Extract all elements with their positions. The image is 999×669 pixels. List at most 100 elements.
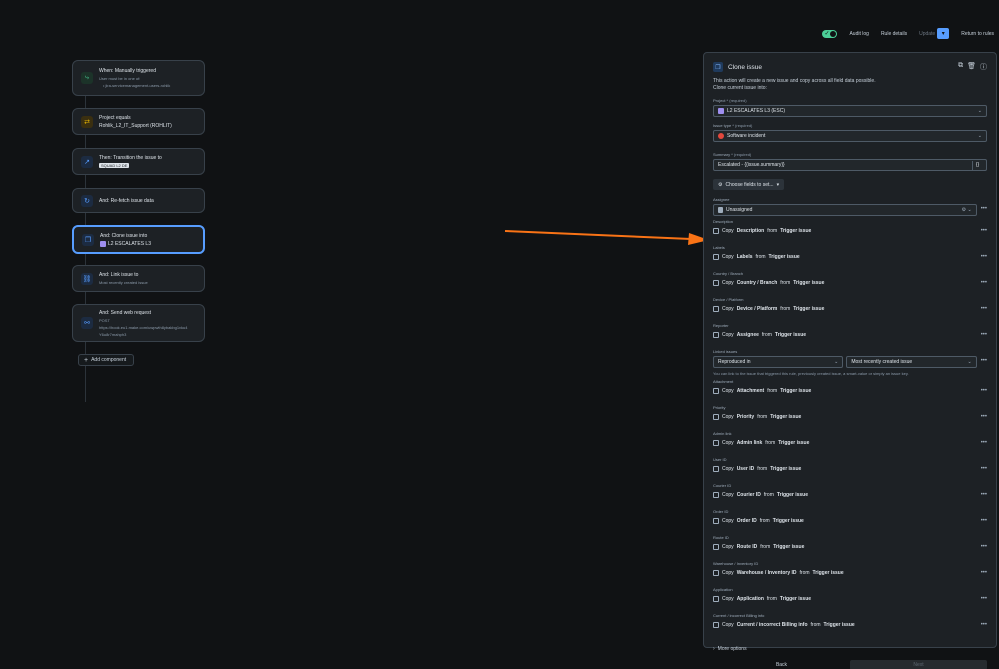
more-icon[interactable]: ••• [981,622,987,628]
duplicate-icon[interactable]: ⧉ [958,62,963,72]
copy-verb: Copy [722,570,734,576]
more-icon[interactable]: ••• [981,358,987,364]
copy-from: from [759,518,770,524]
copy-source: Trigger issue [779,596,812,602]
copy-source: Trigger issue [773,544,805,550]
next-button[interactable]: Next [850,660,987,669]
more-options-toggle[interactable]: › More options [713,646,987,652]
update-button[interactable]: Update [919,31,935,37]
copy-field-row[interactable]: Copy Application from Trigger issue ••• [713,595,987,603]
copy-field-row[interactable]: Copy Admin link from Trigger issue ••• [713,439,987,447]
more-icon[interactable]: ••• [981,544,987,550]
field-label: Reporter [713,323,729,328]
node-refetch[interactable]: ↻ And: Re-fetch issue data [72,188,205,213]
node-title: And: Send web request [99,309,151,316]
trash-icon[interactable]: 🗑 [967,62,976,72]
return-to-rules-link[interactable]: Return to rules [961,31,994,37]
node-title: And: Re-fetch issue data [99,197,154,204]
update-dropdown-icon[interactable]: ▾ [937,28,950,39]
more-icon[interactable]: ••• [981,440,987,446]
help-icon[interactable]: ⓘ [980,62,987,72]
more-icon[interactable]: ••• [981,518,987,524]
more-icon[interactable]: ••• [981,332,987,338]
required-hint: (required) [735,123,753,128]
more-icon[interactable]: ••• [981,388,987,394]
node-sub: Y6u8r7mahph3 [99,331,127,337]
copy-field-row[interactable]: Copy Route ID from Trigger issue ••• [713,543,987,551]
copy-field-row[interactable]: Copy Warehouse / Inventory ID from Trigger … [713,569,987,577]
rule-details-link[interactable]: Rule details [881,31,907,37]
more-icon[interactable]: ••• [981,596,987,602]
more-icon[interactable]: ••• [981,280,987,286]
summary-label: Summary * [713,152,733,157]
link-type-select[interactable]: Reproduced in ⌄ [713,356,844,368]
project-select[interactable]: L2 ESCALATES L3 (ESC) ⌄ [713,105,987,117]
copy-field-row[interactable]: Copy Priority from Trigger issue ••• [713,413,987,421]
refresh-icon: ↻ [81,194,93,207]
copy-source: Trigger issue [812,570,844,576]
copy-from: from [755,254,766,260]
copy-icon [713,466,719,472]
audit-log-link[interactable]: Audit log [849,31,868,37]
copy-field-row[interactable]: Copy Country / Branch from Trigger issue ••• [713,279,987,287]
copy-field-row[interactable]: Copy Attachment from Trigger issue ••• [713,387,987,395]
node-title: When: Manually triggered [99,68,156,74]
more-icon[interactable]: ••• [981,206,987,212]
node-transition[interactable]: ↗ Then: Transition the issue to SQUAD L2… [72,148,205,175]
copy-field-row[interactable]: Copy Labels from Trigger issue ••• [713,253,987,261]
field-label: Labels [713,245,725,250]
node-title: Project equals [99,114,131,121]
node-manual-trigger[interactable]: ⤷ When: Manually triggered User must be … [72,60,205,96]
user-icon [718,207,723,213]
copy-field: Admin link Copy Admin link from Trigger issu… [713,431,987,454]
node-clone-issue[interactable]: ❐ And: Clone issue into L2 ESCALATES L3 [72,225,205,254]
transition-icon: ↗ [81,155,93,168]
chevron-right-icon: › [713,646,715,652]
copy-from: from [763,492,774,498]
field-label: Device / Platform [713,297,744,302]
node-project-equals[interactable]: ⇄ Project equals Rohlik_L2_IT_Support (R… [72,108,205,135]
copy-verb: Copy [722,306,734,312]
copy-field-name: Labels [736,254,753,260]
choose-fields-button[interactable]: ⚙ Choose fields to set... ▾ [713,179,785,190]
copy-source: Trigger issue [780,228,812,234]
copy-field-row[interactable]: Copy Order ID from Trigger issue ••• [713,517,987,525]
more-icon[interactable]: ••• [981,466,987,472]
more-icon[interactable]: ••• [981,306,987,312]
copy-from: from [766,596,777,602]
choose-fields-label: Choose fields to set... [725,181,774,188]
copy-field-row[interactable]: Copy Courier ID from Trigger issue ••• [713,491,987,499]
copy-field-name: Application [736,596,764,602]
summary-input[interactable]: Escalated - {{issue.summary}} {} [713,159,987,171]
issue-type-select[interactable]: Software incident ⌄ [713,130,987,142]
node-sub: https://hook.eu1.make.com/uwpwth8ybakbg1… [99,324,188,330]
node-link-issue[interactable]: ⛓ And: Link issue to Most recently creat… [72,265,205,292]
copy-field-row[interactable]: Copy Description from Trigger issue ••• [713,227,987,235]
copy-field-row[interactable]: Copy Assignee from Trigger issue ••• [713,331,987,339]
field-label: Courier ID [713,483,732,488]
add-component-button[interactable]: + Add component [78,354,134,366]
more-icon[interactable]: ••• [981,570,987,576]
copy-field-row[interactable]: Copy Device / Platform from Trigger issue ••… [713,305,987,313]
more-icon[interactable]: ••• [981,414,987,420]
node-web-request[interactable]: ⚯ And: Send web request POST https://hoo… [72,304,205,342]
link-target-select[interactable]: Most recently created issue ⌄ [846,356,977,368]
more-icon[interactable]: ••• [981,492,987,498]
copy-field-name: Courier ID [736,492,761,498]
node-title: And: Link issue to [99,272,139,278]
link-target-value: Most recently created issue [851,359,913,365]
gear-icon: ⚙ [718,181,723,188]
link-icon: ⛓ [81,272,93,285]
copy-verb: Copy [722,254,734,260]
rule-enabled-toggle[interactable]: ✓ [822,29,838,38]
back-button[interactable]: Back [713,660,850,669]
more-icon[interactable]: ••• [981,254,987,260]
copy-field-row[interactable]: Copy User ID from Trigger issue ••• [713,465,987,473]
smart-value-icon[interactable]: {} [972,160,982,170]
assignee-select[interactable]: Unassigned ⚙ ⌄ [713,204,977,216]
field-label: Attachment [713,379,734,384]
copy-icon [713,254,719,260]
copy-verb: Copy [722,518,734,524]
more-icon[interactable]: ••• [981,228,987,234]
copy-field-row[interactable]: Copy Current / incorrect Billing info from… [713,621,987,629]
